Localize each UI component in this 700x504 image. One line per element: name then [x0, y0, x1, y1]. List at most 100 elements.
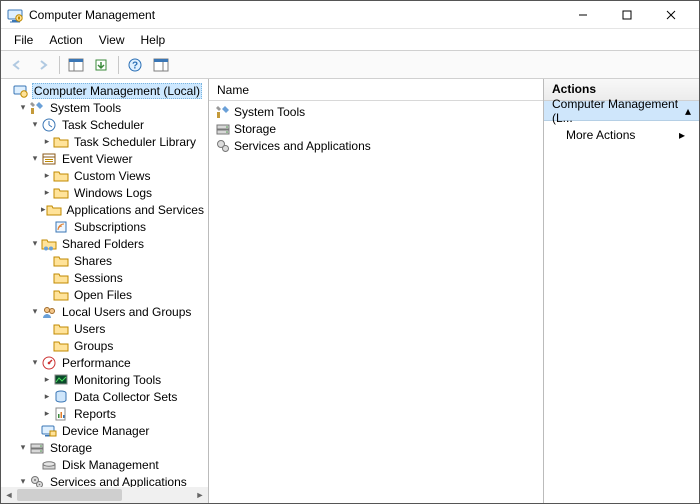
- chevron-down-icon[interactable]: ▾: [29, 357, 41, 368]
- scroll-left-button[interactable]: ◄: [1, 487, 17, 503]
- tree-label: Task Scheduler: [60, 118, 146, 132]
- chevron-down-icon[interactable]: ▾: [29, 153, 41, 164]
- column-header-name[interactable]: Name: [209, 79, 543, 101]
- folder-icon: [46, 202, 62, 218]
- services-apps-icon: [215, 138, 231, 154]
- menu-file[interactable]: File: [7, 32, 40, 48]
- tree-label: Open Files: [72, 288, 134, 302]
- chevron-right-icon[interactable]: ▸: [41, 408, 53, 419]
- tree-task-scheduler-library[interactable]: ▸ Task Scheduler Library: [3, 133, 206, 150]
- toolbar-separator-2: [118, 56, 119, 74]
- tree-label: Disk Management: [60, 458, 161, 472]
- tree-windows-logs[interactable]: ▸ Windows Logs: [3, 184, 206, 201]
- show-hide-tree-button[interactable]: [64, 54, 88, 76]
- tree-system-tools[interactable]: ▾ System Tools: [3, 99, 206, 116]
- list-item[interactable]: System Tools: [215, 103, 537, 120]
- app-icon: [7, 7, 23, 23]
- performance-icon: [41, 355, 57, 371]
- export-list-button[interactable]: [90, 54, 114, 76]
- storage-icon: [29, 440, 45, 456]
- tree-reports[interactable]: ▸ Reports: [3, 405, 206, 422]
- tree-label: Reports: [72, 407, 118, 421]
- tree-event-viewer[interactable]: ▾ Event Viewer: [3, 150, 206, 167]
- menu-view[interactable]: View: [92, 32, 132, 48]
- column-header-label: Name: [217, 83, 249, 97]
- tree-device-manager[interactable]: Device Manager: [3, 422, 206, 439]
- menu-help[interactable]: Help: [134, 32, 173, 48]
- chevron-right-icon[interactable]: ▸: [41, 374, 53, 385]
- tree-shares[interactable]: Shares: [3, 252, 206, 269]
- back-button[interactable]: [5, 54, 29, 76]
- tree-label: Applications and Services Logs: [65, 203, 209, 217]
- tree-performance[interactable]: ▾ Performance: [3, 354, 206, 371]
- tree-disk-management[interactable]: Disk Management: [3, 456, 206, 473]
- chevron-down-icon[interactable]: ▾: [29, 119, 41, 130]
- tree-task-scheduler[interactable]: ▾ Task Scheduler: [3, 116, 206, 133]
- chevron-right-icon[interactable]: ▸: [41, 170, 53, 181]
- computer-management-window: Computer Management File Action View Hel…: [0, 0, 700, 504]
- console-tree[interactable]: Computer Management (Local) ▾ System Too…: [1, 79, 209, 503]
- tree-monitoring-tools[interactable]: ▸ Monitoring Tools: [3, 371, 206, 388]
- folder-icon: [53, 321, 69, 337]
- tree-shared-folders[interactable]: ▾ Shared Folders: [3, 235, 206, 252]
- results-pane: Name System Tools Storage Services and A…: [209, 79, 544, 503]
- maximize-button[interactable]: [605, 1, 649, 29]
- subscriptions-icon: [53, 219, 69, 235]
- tree-sessions[interactable]: Sessions: [3, 269, 206, 286]
- list-item[interactable]: Services and Applications: [215, 137, 537, 154]
- tree-label: Data Collector Sets: [72, 390, 179, 404]
- toolbar: ?: [1, 51, 699, 79]
- window-controls: [561, 1, 693, 29]
- list-item-label: Services and Applications: [234, 139, 371, 153]
- list-item-label: System Tools: [234, 105, 305, 119]
- chevron-down-icon[interactable]: ▾: [17, 442, 29, 453]
- tools-icon: [215, 104, 231, 120]
- help-button[interactable]: ?: [123, 54, 147, 76]
- scroll-right-button[interactable]: ►: [192, 487, 208, 503]
- tree-horizontal-scrollbar[interactable]: ◄ ►: [1, 487, 208, 503]
- chevron-down-icon[interactable]: ▾: [29, 238, 41, 249]
- menu-action[interactable]: Action: [42, 32, 89, 48]
- chevron-right-icon[interactable]: ▸: [41, 391, 53, 402]
- chevron-down-icon[interactable]: ▾: [17, 476, 29, 487]
- more-actions-item[interactable]: More Actions ▸: [552, 125, 691, 145]
- list-body[interactable]: System Tools Storage Services and Applic…: [209, 101, 543, 503]
- tree-custom-views[interactable]: ▸ Custom Views: [3, 167, 206, 184]
- folder-icon: [53, 338, 69, 354]
- chevron-down-icon[interactable]: ▾: [17, 102, 29, 113]
- forward-button[interactable]: [31, 54, 55, 76]
- tree-local-users-groups[interactable]: ▾ Local Users and Groups: [3, 303, 206, 320]
- tree-label: Custom Views: [72, 169, 152, 183]
- tree-storage[interactable]: ▾ Storage: [3, 439, 206, 456]
- tree-users[interactable]: Users: [3, 320, 206, 337]
- svg-text:?: ?: [132, 60, 138, 71]
- tree-groups[interactable]: Groups: [3, 337, 206, 354]
- tree-root-computer-management[interactable]: Computer Management (Local): [3, 82, 206, 99]
- menu-bar: File Action View Help: [1, 29, 699, 51]
- tree-data-collector-sets[interactable]: ▸ Data Collector Sets: [3, 388, 206, 405]
- actions-section-header[interactable]: Computer Management (L... ▴: [544, 101, 699, 121]
- window-title: Computer Management: [29, 8, 561, 22]
- tree-label: Users: [72, 322, 107, 336]
- shared-folders-icon: [41, 236, 57, 252]
- tree-subscriptions[interactable]: Subscriptions: [3, 218, 206, 235]
- title-bar: Computer Management: [1, 1, 699, 29]
- tree-label: Windows Logs: [72, 186, 154, 200]
- tree-open-files[interactable]: Open Files: [3, 286, 206, 303]
- show-actions-pane-button[interactable]: [149, 54, 173, 76]
- minimize-button[interactable]: [561, 1, 605, 29]
- scrollbar-track[interactable]: [17, 487, 192, 503]
- content-area: Computer Management (Local) ▾ System Too…: [1, 79, 699, 503]
- chevron-down-icon[interactable]: ▾: [29, 306, 41, 317]
- list-item[interactable]: Storage: [215, 120, 537, 137]
- tree-nodes: Computer Management (Local) ▾ System Too…: [1, 81, 208, 503]
- scrollbar-thumb[interactable]: [17, 489, 122, 501]
- actions-pane: Actions Computer Management (L... ▴ More…: [544, 79, 699, 503]
- chevron-right-icon[interactable]: ▸: [41, 187, 53, 198]
- close-button[interactable]: [649, 1, 693, 29]
- tree-label: Shares: [72, 254, 114, 268]
- collapse-icon: ▴: [685, 104, 691, 118]
- tree-applications-services-logs[interactable]: ▸ Applications and Services Logs: [3, 201, 206, 218]
- chevron-right-icon[interactable]: ▸: [41, 136, 53, 147]
- tree-label: Event Viewer: [60, 152, 134, 166]
